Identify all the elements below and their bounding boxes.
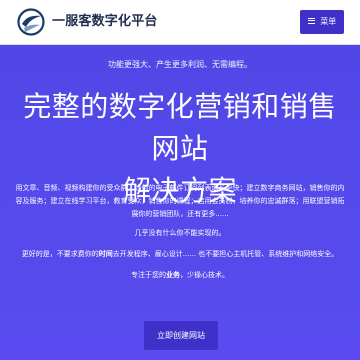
capabilities-question: 几乎没有什么你不能实现的。	[134, 229, 226, 237]
time-emphasis: 时间	[98, 250, 113, 258]
menu-button-label: 菜单	[320, 17, 337, 26]
hero-tagline: 功能更强大、产生更多利润、无需编程。	[108, 60, 252, 69]
focus-suffix: ，少操心技术。	[180, 271, 229, 279]
menu-button[interactable]: 菜单	[300, 10, 344, 34]
logo-text: 一服客数字化平台	[52, 14, 158, 29]
site-logo[interactable]: 一服客数字化平台	[16, 7, 196, 37]
create-website-button[interactable]: 立即创建网站	[144, 321, 218, 350]
site-header: 一服客数字化平台 菜单	[0, 0, 360, 45]
no-development-message: 更好的是，不要求费你的时间去开发程序、雇心设计...... 也不要担心主机托管、…	[0, 248, 360, 261]
logo-swirl-icon	[17, 8, 45, 36]
page: 一服客数字化平台 菜单 功能更强大、产生更多利润、无需编程。 完整的数字化营销和…	[0, 0, 360, 360]
hero-description: 用文章、音频、视频构建你的受众群，让你的电子邮件订阅列表增长更快；建立数字商务网…	[15, 184, 345, 218]
need-prefix: 更好的是，不要求费你的	[21, 250, 99, 258]
business-focus-message: 专注于您的业务，少操心技术。	[0, 269, 360, 282]
focus-prefix: 专注于您的	[131, 271, 166, 279]
hamburger-menu-icon	[307, 17, 315, 24]
hero-title-line-1: 完整的数字化营销和销售网站	[23, 90, 337, 165]
need-suffix: 去开发程序、雇心设计...... 也不要担心主机托管、系统维护和网络安全。	[112, 250, 339, 258]
business-emphasis: 业务	[166, 271, 180, 279]
